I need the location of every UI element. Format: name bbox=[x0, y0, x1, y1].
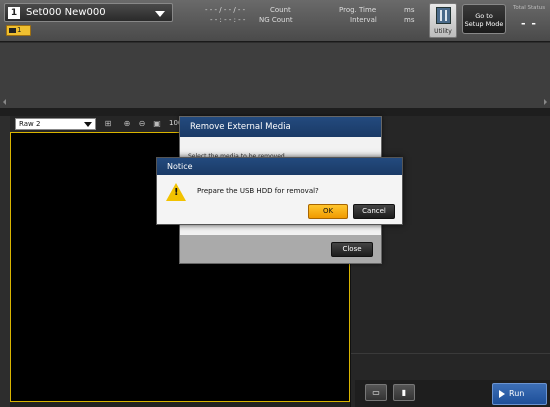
total-status: Total Status - - bbox=[509, 4, 549, 34]
interval-label: Interval bbox=[350, 16, 377, 24]
bar-chart-icon: ▮ bbox=[401, 388, 407, 397]
remove-media-footer: Close bbox=[180, 235, 381, 263]
total-status-value: - - bbox=[521, 17, 537, 30]
prog-time-unit: ms bbox=[404, 6, 415, 14]
image-select-value: Raw 2 bbox=[19, 120, 41, 128]
setup-label-2: Setup Mode bbox=[464, 20, 504, 28]
total-status-label: Total Status bbox=[512, 5, 546, 11]
notice-title: Notice bbox=[157, 158, 402, 175]
setting-select[interactable]: 1 Set000 New000 bbox=[4, 3, 173, 22]
set-number: 1 bbox=[8, 7, 20, 19]
horizontal-scrollbar[interactable] bbox=[10, 402, 350, 407]
zoom-in-icon[interactable]: ⊕ bbox=[121, 118, 133, 130]
ok-button[interactable]: OK bbox=[308, 204, 348, 219]
run-button[interactable]: Run bbox=[492, 383, 547, 405]
right-panel-divider bbox=[351, 353, 550, 354]
notice-dialog: Notice ! Prepare the USB HDD for removal… bbox=[156, 157, 403, 225]
utility-icon bbox=[436, 7, 451, 24]
setup-label-1: Go to bbox=[475, 12, 493, 20]
go-to-setup-mode-button[interactable]: Go to Setup Mode bbox=[462, 4, 506, 34]
cancel-button[interactable]: Cancel bbox=[353, 204, 395, 219]
ng-count-label: NG Count bbox=[259, 16, 293, 24]
remove-media-title: Remove External Media bbox=[180, 117, 381, 137]
divider bbox=[0, 108, 550, 116]
chevron-down-icon bbox=[155, 11, 165, 17]
chevron-down-icon bbox=[84, 122, 92, 127]
notice-message: Prepare the USB HDD for removal? bbox=[197, 187, 319, 195]
grid-icon[interactable]: ⊞ bbox=[102, 118, 114, 130]
camera-icon bbox=[9, 27, 16, 33]
keyboard-button[interactable]: ▭ bbox=[365, 384, 387, 401]
warning-icon: ! bbox=[166, 183, 186, 201]
prog-time-label: Prog. Time bbox=[339, 6, 377, 14]
thumbnail-strip bbox=[0, 43, 550, 108]
image-select[interactable]: Raw 2 bbox=[15, 118, 96, 130]
scroll-right-icon[interactable] bbox=[544, 99, 547, 105]
top-bar: 1 Set000 New000 1 - - - / - - / - - Coun… bbox=[0, 0, 550, 42]
count-label: Count bbox=[270, 6, 291, 14]
time-readout: - - : - - : - - bbox=[210, 16, 246, 24]
fit-icon[interactable]: ▣ bbox=[151, 118, 163, 130]
zoom-out-icon[interactable]: ⊖ bbox=[136, 118, 148, 130]
utility-button[interactable]: Utility bbox=[429, 3, 457, 38]
utility-label: Utility bbox=[434, 28, 452, 35]
app-window: 1 Set000 New000 1 - - - / - - / - - Coun… bbox=[0, 0, 550, 407]
date-readout: - - - / - - / - - bbox=[205, 6, 246, 14]
set-name: Set000 New000 bbox=[26, 7, 106, 18]
camera-tab[interactable]: 1 bbox=[6, 25, 31, 36]
keyboard-icon: ▭ bbox=[372, 388, 380, 397]
scroll-left-icon[interactable] bbox=[3, 99, 6, 105]
run-label: Run bbox=[509, 389, 525, 398]
camera-tab-number: 1 bbox=[17, 26, 22, 34]
interval-unit: ms bbox=[404, 16, 415, 24]
close-button[interactable]: Close bbox=[331, 242, 373, 257]
play-icon bbox=[499, 389, 505, 398]
chart-button[interactable]: ▮ bbox=[393, 384, 415, 401]
